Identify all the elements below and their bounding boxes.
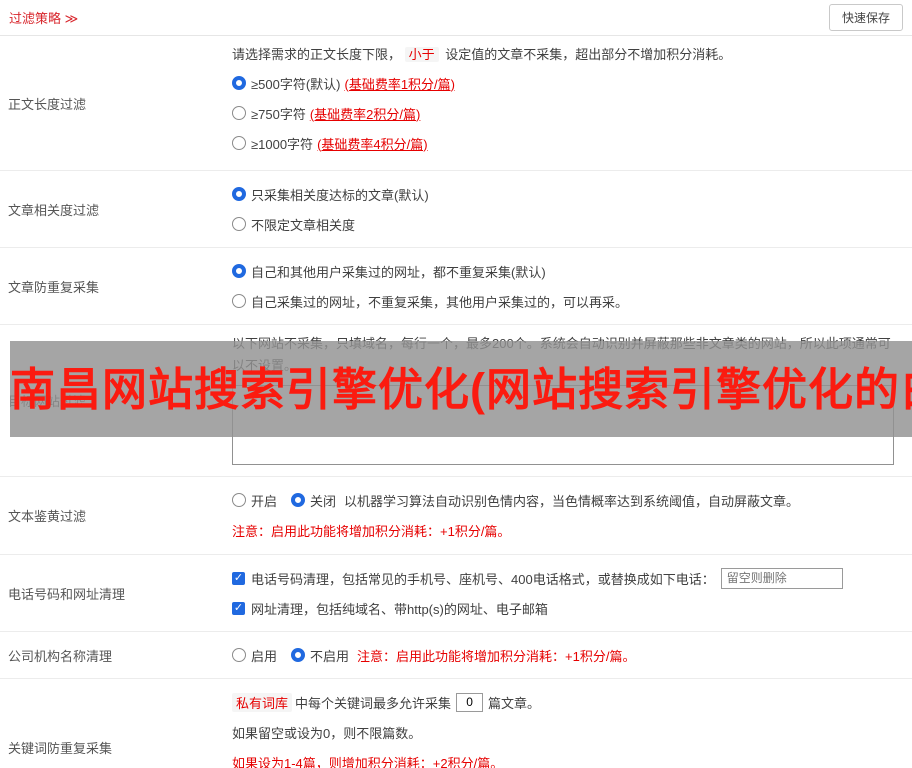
body-length-intro: 请选择需求的正文长度下限， 小于 设定值的文章不采集，超出部分不增加积分消耗。 <box>232 44 902 66</box>
radio-option-relevance-strict[interactable]: 只采集相关度达标的文章(默认) <box>232 179 902 209</box>
option-text: 自己和其他用户采集过的网址，都不重复采集(默认) <box>251 264 546 280</box>
option-text: 只采集相关度达标的文章(默认) <box>251 187 429 203</box>
fee-note: (基础费率2积分/篇) <box>309 106 421 122</box>
checkbox-text: 网址清理，包括纯域名、带http(s)的网址、电子邮箱 <box>251 601 548 617</box>
row-body-length-filter: 正文长度过滤 请选择需求的正文长度下限， 小于 设定值的文章不采集，超出部分不增… <box>0 36 912 171</box>
private-lexicon-link[interactable]: 私有词库 <box>232 692 293 712</box>
intro-text-before: 请选择需求的正文长度下限， <box>232 47 402 62</box>
row-label-dedup: 文章防重复采集 <box>8 279 100 295</box>
checkbox-text: 电话号码清理，包括常见的手机号、座机号、400电话格式，或替换成如下电话： <box>251 571 715 587</box>
radio-icon <box>232 136 246 150</box>
porn-filter-description: 以机器学习算法自动识别色情内容，当色情概率达到系统阈值，自动屏蔽文章。 <box>344 493 800 509</box>
option-text: 不启用 <box>310 648 350 664</box>
option-text: 不限定文章相关度 <box>251 217 356 233</box>
radio-option-porn-off[interactable]: 关闭 <box>291 485 336 515</box>
company-cost-note: 注意：启用此功能将增加积分消耗：+1积分/篇。 <box>357 648 636 664</box>
row-company-cleanup: 公司机构名称清理 启用 不启用 注意：启用此功能将增加积分消耗：+1积分/篇。 <box>0 632 912 679</box>
watermark-banner: 南昌网站搜索引擎优化(网站搜索引擎优化的白 <box>10 341 912 437</box>
row-label-body-length: 正文长度过滤 <box>8 96 87 112</box>
porn-filter-options-line: 开启 关闭 以机器学习算法自动识别色情内容，当色情概率达到系统阈值，自动屏蔽文章… <box>232 485 902 515</box>
replacement-phone-input[interactable] <box>720 567 843 589</box>
porn-filter-cost-note: 注意：启用此功能将增加积分消耗：+1积分/篇。 <box>232 523 511 539</box>
row-label-company: 公司机构名称清理 <box>8 648 113 664</box>
row-relevance-filter: 文章相关度过滤 只采集相关度达标的文章(默认) 不限定文章相关度 <box>0 171 912 248</box>
checkbox-checked-icon <box>232 601 245 615</box>
row-label-porn-filter: 文本鉴黄过滤 <box>8 509 87 524</box>
quick-save-button[interactable]: 快速保存 <box>828 4 903 31</box>
option-text: 关闭 <box>310 493 337 509</box>
radio-checked-icon <box>232 264 246 278</box>
limit-text-end: 篇文章。 <box>488 695 541 711</box>
option-text: ≥750字符 <box>251 106 306 122</box>
option-text: 开启 <box>251 493 278 509</box>
radio-option-dedup-all-users[interactable]: 自己和其他用户采集过的网址，都不重复采集(默认) <box>232 256 902 286</box>
fee-note: (基础费率1积分/篇) <box>344 76 455 92</box>
row-phone-url-cleanup: 电话号码和网址清理 电话号码清理，包括常见的手机号、座机号、400电话格式，或替… <box>0 555 912 632</box>
radio-icon <box>232 217 246 231</box>
radio-checked-icon <box>291 648 306 662</box>
row-label-phone-url: 电话号码和网址清理 <box>8 586 126 602</box>
radio-icon <box>232 493 246 507</box>
radio-option-750-chars[interactable]: ≥750字符 (基础费率2积分/篇) <box>232 98 902 128</box>
option-text: ≥500字符(默认) <box>251 76 341 92</box>
intro-text-after: 设定值的文章不采集，超出部分不增加积分消耗。 <box>445 47 732 62</box>
radio-checked-icon <box>232 187 246 201</box>
radio-option-company-off[interactable]: 不启用 <box>291 640 349 670</box>
keyword-limit-line: 私有词库 中每个关键词最多允许采集 篇文章。 <box>232 687 902 717</box>
row-dedup-collection: 文章防重复采集 自己和其他用户采集过的网址，都不重复采集(默认) 自己采集过的网… <box>0 248 912 325</box>
header: 过滤策略 ≫ 快速保存 <box>0 0 912 36</box>
radio-option-company-on[interactable]: 启用 <box>232 640 277 670</box>
intro-highlight: 小于 <box>404 47 439 62</box>
limit-text-mid: 中每个关键词最多允许采集 <box>295 695 452 711</box>
radio-option-relevance-any[interactable]: 不限定文章相关度 <box>232 209 902 239</box>
row-label-relevance: 文章相关度过滤 <box>8 202 100 218</box>
page-title[interactable]: 过滤策略 ≫ <box>9 8 78 27</box>
watermark-text: 南昌网站搜索引擎优化(网站搜索引擎优化的白 <box>10 363 912 415</box>
option-text: ≥1000字符 <box>251 136 314 152</box>
row-label-keyword-dedup: 关键词防重复采集 <box>8 740 113 756</box>
radio-option-1000-chars[interactable]: ≥1000字符 (基础费率4积分/篇) <box>232 128 902 158</box>
keyword-note-cost: 如果设为1-4篇，则增加积分消耗：+2积分/篇。 <box>232 755 504 768</box>
option-text: 自己采集过的网址，不重复采集，其他用户采集过的，可以再采。 <box>251 294 629 310</box>
filter-strategy-page: 过滤策略 ≫ 快速保存 正文长度过滤 请选择需求的正文长度下限， 小于 设定值的… <box>0 0 912 768</box>
checkbox-phone-cleanup[interactable]: 电话号码清理，包括常见的手机号、座机号、400电话格式，或替换成如下电话： <box>232 563 715 593</box>
radio-option-porn-on[interactable]: 开启 <box>232 485 277 515</box>
keyword-count-input[interactable] <box>456 692 484 712</box>
radio-icon <box>232 648 246 662</box>
option-text: 启用 <box>251 648 278 664</box>
radio-option-500-chars[interactable]: ≥500字符(默认) (基础费率1积分/篇) <box>232 68 902 98</box>
checkbox-checked-icon <box>232 571 245 585</box>
radio-icon <box>232 294 246 308</box>
radio-checked-icon <box>232 76 246 90</box>
checkbox-url-cleanup[interactable]: 网址清理，包括纯域名、带http(s)的网址、电子邮箱 <box>232 593 548 623</box>
row-keyword-dedup: 关键词防重复采集 私有词库 中每个关键词最多允许采集 篇文章。 如果留空或设为0… <box>0 679 912 768</box>
radio-icon <box>232 106 246 120</box>
fee-note: (基础费率4积分/篇) <box>317 136 428 152</box>
row-porn-filter: 文本鉴黄过滤 开启 关闭 以机器学习算法自动识别色情内容，当色情概率达到系统阈值… <box>0 477 912 555</box>
keyword-note-zero: 如果留空或设为0，则不限篇数。 <box>232 725 422 741</box>
radio-option-dedup-self-only[interactable]: 自己采集过的网址，不重复采集，其他用户采集过的，可以再采。 <box>232 286 902 316</box>
radio-checked-icon <box>291 493 306 507</box>
